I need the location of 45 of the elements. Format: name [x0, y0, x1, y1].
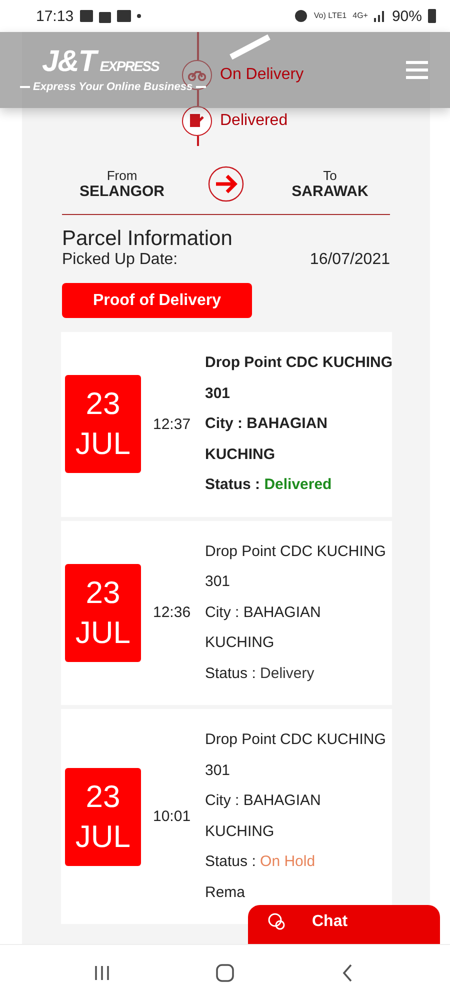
brand-logo: J&TEXPRESS Express Your Online Business [20, 47, 206, 93]
arrow-right-icon [208, 166, 244, 202]
timeline-label: On Delivery [220, 66, 304, 84]
event-detail: Drop Point CDC KUCHING [205, 353, 392, 373]
event-time: 12:36 [153, 604, 192, 622]
to-label: To [323, 168, 337, 183]
event-detail: KUCHING [205, 444, 276, 464]
event-time: 10:01 [153, 808, 192, 825]
proof-of-delivery-button[interactable]: Proof of Delivery [62, 283, 252, 318]
data-label: 4G+ [352, 12, 368, 20]
signal-icon [374, 10, 386, 22]
event-status: Status : Delivery [205, 664, 316, 684]
destination-state: SARAWAK [292, 183, 368, 200]
timeline-label: Delivered [220, 112, 288, 130]
event-detail: Rema [205, 882, 246, 902]
event-detail: 301 [205, 384, 232, 404]
event-detail: 301 [205, 572, 232, 592]
clock-time: 17:13 [36, 8, 74, 24]
event-detail: KUCHING [205, 822, 276, 842]
date-badge: 23 JUL [65, 375, 141, 474]
event-status: Status : On Hold [205, 852, 316, 872]
event-detail: Drop Point CDC KUCHING [205, 542, 386, 562]
picked-up-label: Picked Up Date: [62, 251, 178, 269]
event-detail: City : BAHAGIAN [205, 414, 328, 434]
event-time: 12:37 [153, 416, 192, 433]
network-label: Vo) LTE1 [314, 12, 347, 20]
event-detail: City : BAHAGIAN [205, 791, 322, 811]
event-detail: KUCHING [205, 633, 276, 653]
event-detail: City : BAHAGIAN [205, 602, 322, 622]
date-badge: 23 JUL [65, 768, 141, 866]
battery-icon [428, 9, 436, 23]
chat-bubbles-icon [268, 913, 286, 931]
from-label: From [106, 168, 138, 183]
origin-state: SELANGOR [79, 183, 164, 200]
chat-button[interactable]: Chat [248, 905, 440, 945]
battery-percent: 90% [392, 8, 422, 24]
dot-icon [136, 14, 141, 18]
section-title: Parcel Information [62, 227, 234, 251]
home-icon[interactable] [214, 962, 236, 984]
event-status: Status : Delivered [205, 475, 333, 495]
picked-up-date: 16/07/2021 [310, 251, 390, 269]
event-detail: 301 [205, 760, 232, 780]
event-detail: Drop Point CDC KUCHING [205, 730, 386, 750]
date-badge: 23 JUL [65, 564, 141, 662]
motorbike-icon [188, 69, 206, 81]
